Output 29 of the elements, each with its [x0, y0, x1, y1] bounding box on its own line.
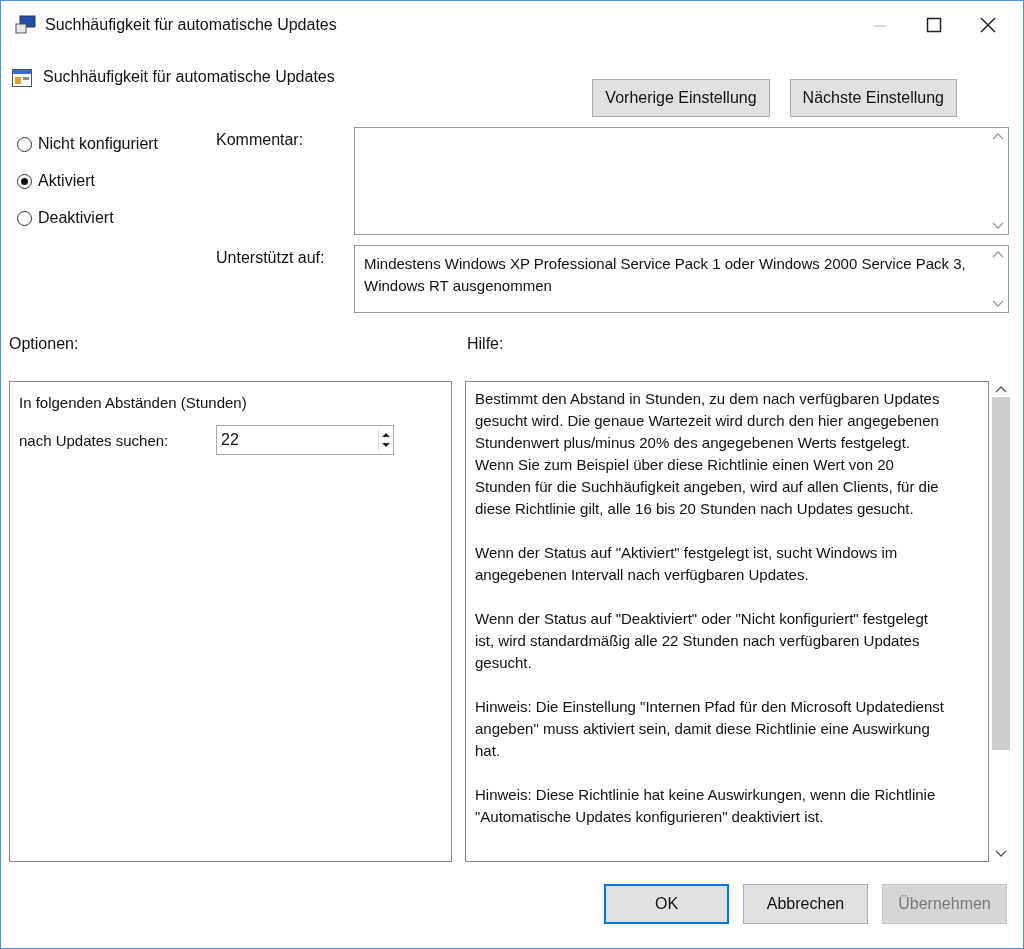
interval-spinbox[interactable]: 22: [216, 425, 394, 455]
help-paragraph: Wenn der Status auf "Aktiviert" festgelegt ist, sucht Windows im angegebenen Intervall nach verfügbaren Updates.: [475, 543, 899, 585]
help-label: Hilfe:: [466, 335, 505, 353]
close-icon[interactable]: [980, 17, 996, 33]
dialog-button[interactable]: Abbrechen: [743, 884, 868, 924]
comment-label: Kommentar:: [216, 130, 305, 150]
navigation-button[interactable]: Vorherige Einstellung: [592, 79, 770, 117]
scrollbar-thumb[interactable]: [992, 397, 1010, 750]
maximize-icon[interactable]: [926, 17, 942, 33]
radio-button[interactable]: Aktiviert: [17, 172, 95, 190]
supported-label: Unterstützt auf:: [216, 248, 326, 268]
dialog-button[interactable]: OK: [604, 884, 729, 924]
help-paragraph: Bestimmt den Abstand in Stunden, zu dem nach verfügbaren Updates gesucht wird. Die genaue Wartezeit wird durch den hier angegebenen Stundenwert plus/minus 20% des angegebenen Werts festgelegt. Wenn Sie zum Beispiel über diese Richtlinie einen Wert von 20 Stunden für die Suchhäufigkeit angeben, wird auf allen Clients, für die diese Richtlinie gilt, alle 16 bis 20 Stunden nach Updates gesucht.: [475, 389, 941, 519]
scroll-up-icon[interactable]: [995, 385, 1007, 393]
help-paragraph: Hinweis: Diese Richtlinie hat keine Auswirkungen, wenn die Richtlinie "Automatische Updates konfigurieren" deaktiviert ist.: [475, 785, 937, 827]
computer-icon: [15, 15, 37, 35]
navigation-button[interactable]: Nächste Einstellung: [789, 79, 957, 117]
setting-title: Suchhäufigkeit für automatische Updates: [43, 68, 335, 86]
help-paragraph: Hinweis: Die Einstellung "Internen Pfad für den Microsoft Updatedienst angeben" muss aktiviert sein, damit diese Richtlinie eine Auswirkung hat.: [475, 697, 945, 761]
radio-button[interactable]: Nicht konfiguriert: [17, 135, 159, 153]
scroll-down-icon[interactable]: [995, 850, 1007, 858]
interval-label: nach Updates suchen:: [19, 431, 170, 449]
options-caption: In folgenden Abständen (Stunden): [19, 394, 248, 411]
supported-text: Mindestens Windows XP Professional Service Pack 1 oder Windows 2000 Service Pack 3, Windows RT ausgenommen: [364, 255, 966, 294]
settings-page-icon: [11, 67, 33, 89]
window-title: Suchhäufigkeit für automatische Updates: [45, 16, 337, 34]
options-label: Optionen:: [9, 335, 80, 353]
help-paragraph: Wenn der Status auf "Deaktiviert" oder "Nicht konfiguriert" festgelegt ist, wird standardmäßig alle 22 Stunden nach verfügbaren Updates gesucht.: [475, 609, 929, 673]
radio-button[interactable]: Deaktiviert: [17, 209, 114, 227]
